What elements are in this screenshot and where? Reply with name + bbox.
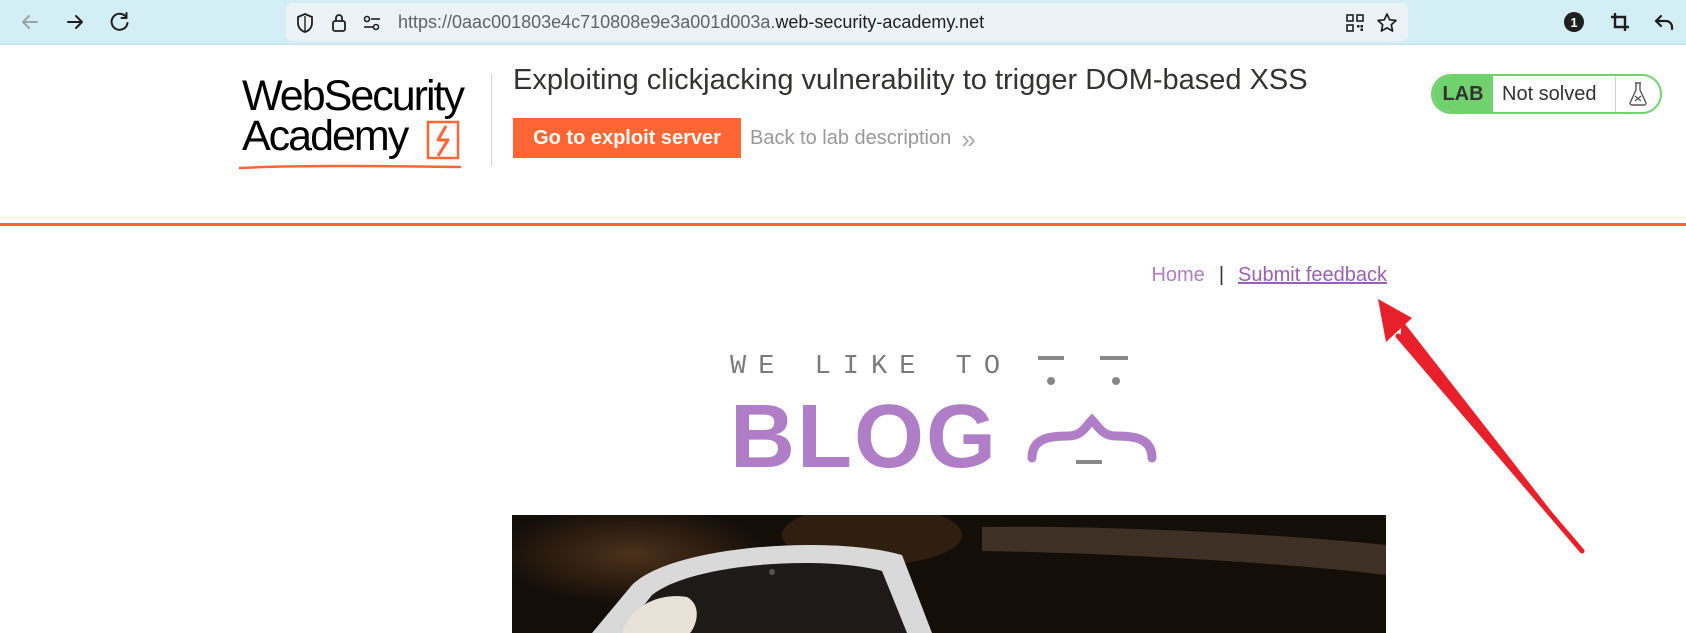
shield-icon[interactable] — [294, 12, 316, 34]
header-divider — [491, 74, 492, 166]
url-subdomain: 0aac001803e4c710808e9e3a001d003a. — [452, 12, 776, 32]
banner-title: BLOG — [730, 387, 998, 487]
blog-banner: WE LIKE TO BLOG — [730, 350, 1170, 487]
extension-badge-icon[interactable]: 1 — [1560, 8, 1588, 36]
submit-feedback-link[interactable]: Submit feedback — [1238, 264, 1387, 287]
back-to-lab-description-link[interactable]: Back to lab description » — [750, 123, 976, 154]
forward-arrow-icon[interactable] — [61, 8, 89, 36]
logo-line2: Academy — [242, 112, 409, 160]
back-arrow-icon[interactable] — [16, 8, 44, 36]
bookmark-star-icon[interactable] — [1376, 12, 1398, 34]
qr-code-icon[interactable] — [1344, 12, 1366, 34]
url-scheme: https:// — [398, 12, 453, 32]
lab-status-widget: LAB Not solved — [1431, 74, 1662, 114]
url-host: web-security-academy.net — [775, 12, 985, 32]
web-security-academy-logo[interactable]: WebSecurity Academy — [238, 72, 490, 172]
site-permissions-icon[interactable] — [361, 12, 383, 34]
lab-title: Exploiting clickjacking vulnerability to… — [513, 64, 1308, 96]
browser-toolbar: https://0aac001803e4c710808e9e3a001d003a… — [0, 0, 1686, 45]
lab-badge: LAB — [1433, 76, 1493, 112]
logo-underline — [238, 164, 462, 170]
blog-hero-image — [512, 515, 1386, 633]
lock-icon[interactable] — [328, 12, 350, 34]
lab-header: WebSecurity Academy Exploiting clickjack… — [0, 46, 1686, 226]
address-bar[interactable]: https://0aac001803e4c710808e9e3a001d003a… — [286, 3, 1408, 41]
blog-nav: Home | Submit feedback — [1151, 264, 1387, 287]
double-chevron-icon: » — [961, 123, 976, 154]
back-link-label: Back to lab description — [750, 127, 952, 149]
go-to-exploit-server-button[interactable]: Go to exploit server — [513, 118, 741, 158]
flask-icon — [1616, 76, 1660, 112]
nav-separator: | — [1218, 264, 1225, 286]
extension-badge-count: 1 — [1570, 14, 1578, 30]
reload-icon[interactable] — [106, 8, 134, 36]
undo-icon[interactable] — [1650, 8, 1678, 36]
nav-home-link[interactable]: Home — [1151, 264, 1204, 287]
banner-tagline: WE LIKE TO — [730, 352, 1013, 382]
url-text[interactable]: https://0aac001803e4c710808e9e3a001d003a… — [398, 12, 984, 33]
lab-status-text: Not solved — [1493, 76, 1616, 112]
banner-face-icon — [1027, 356, 1157, 464]
logo-lightning-icon — [426, 120, 460, 160]
crop-icon[interactable] — [1606, 8, 1634, 36]
